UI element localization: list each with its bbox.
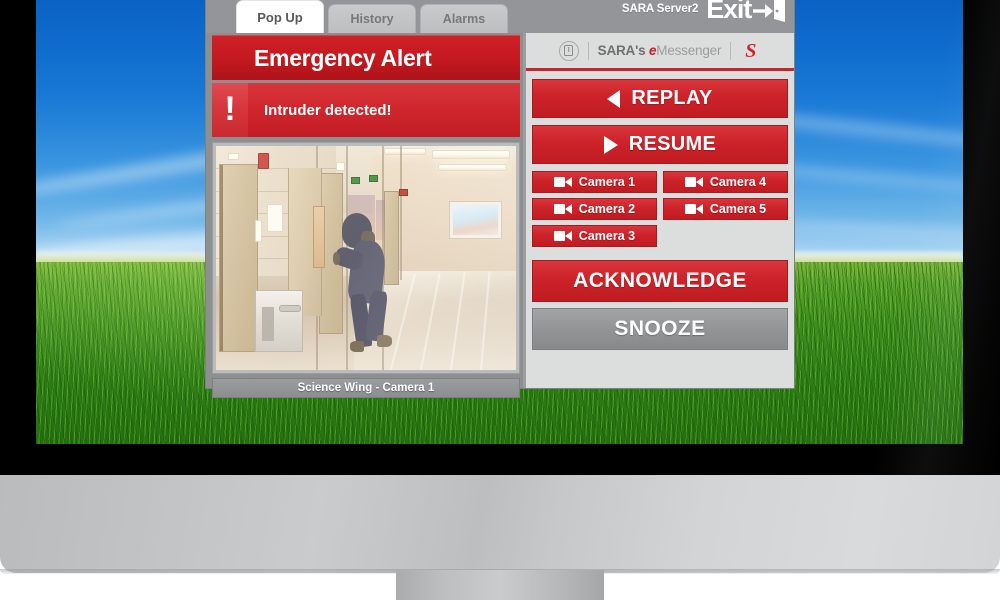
- ceiling-light: [431, 150, 510, 160]
- camera-button-5-label: Camera 5: [709, 202, 767, 216]
- wall-poster: [313, 206, 326, 269]
- controls-pane: SARA's eMessenger S REPLAY RESUME Camera…: [522, 33, 794, 388]
- snooze-button-label: SNOOZE: [614, 317, 706, 340]
- camera-button-3[interactable]: Camera 3: [531, 225, 657, 247]
- alert-title: Emergency Alert: [254, 44, 432, 71]
- server-status-area: SARA Server2 Exit: [622, 0, 786, 23]
- intruder-shoe: [350, 340, 364, 353]
- video-camera-icon: [553, 204, 572, 214]
- video-camera-icon: [553, 231, 572, 241]
- intruder-hand: [333, 252, 341, 265]
- camera-button-1-label: Camera 1: [578, 175, 636, 189]
- camera-button-grid: Camera 1 Camera 4 Camera 2 Camera 5 Came…: [531, 171, 788, 247]
- brand-wordmark: SARA's eMessenger: [598, 43, 722, 58]
- wall-notice-paper: [266, 204, 283, 233]
- video-camera-icon: [684, 177, 703, 187]
- wall-notice-paper: [254, 219, 262, 242]
- alert-message-row: ! Intruder detected!: [212, 83, 520, 137]
- exit-button-label: Exit: [706, 0, 752, 24]
- video-caption-text: Science Wing - Camera 1: [297, 382, 435, 394]
- sara-s-logo-icon: S: [745, 39, 757, 62]
- replay-button-label: REPLAY: [631, 87, 713, 109]
- brand-sara-text: SARA's: [597, 43, 649, 58]
- app-titlebar: Pop Up History Alarms SARA Server2 Exit: [206, 0, 794, 33]
- tab-history[interactable]: History: [328, 4, 416, 33]
- hallway-window: [448, 201, 502, 239]
- acknowledge-button[interactable]: ACKNOWLEDGE: [531, 260, 788, 302]
- ceiling-light: [437, 163, 507, 171]
- video-camera-icon: [684, 204, 703, 214]
- exit-sign-icon: [398, 188, 408, 196]
- snooze-button[interactable]: SNOOZE: [531, 308, 788, 350]
- divider: [587, 41, 589, 60]
- ceiling-light: [383, 148, 426, 155]
- alert-pane: Emergency Alert ! Intruder detected! Sci…: [206, 33, 523, 398]
- controls-stack: REPLAY RESUME Camera 1 Camera 4 Camera 2…: [526, 71, 794, 350]
- wall-notice-paper: [335, 161, 345, 171]
- camera-button-3-label: Camera 3: [578, 229, 636, 243]
- camera-button-4[interactable]: Camera 4: [662, 171, 788, 193]
- video-frame: [212, 142, 520, 374]
- tab-pop-up-label: Pop Up: [257, 9, 303, 25]
- video-caption-bar: Science Wing - Camera 1: [212, 378, 520, 398]
- server-name-label: SARA Server2: [621, 3, 699, 15]
- brand-messenger-text: Messenger: [656, 43, 722, 58]
- alert-exclamation-icon: !: [212, 83, 248, 137]
- emessenger-app-window: Pop Up History Alarms SARA Server2 Exit: [205, 0, 795, 398]
- alert-message-text: Intruder detected!: [264, 101, 392, 119]
- rewind-triangle-icon: [607, 89, 621, 108]
- resume-button[interactable]: RESUME: [531, 125, 788, 164]
- brand-bar: SARA's eMessenger S: [525, 33, 794, 71]
- tab-bar: Pop Up History Alarms: [236, 0, 508, 33]
- alert-bell-badge-icon: [558, 40, 579, 61]
- camera-button-1[interactable]: Camera 1: [531, 171, 657, 193]
- hallway-door: [218, 163, 258, 353]
- tab-alarms-label: Alarms: [442, 12, 486, 26]
- divider: [730, 41, 732, 60]
- desktop-screen: Pop Up History Alarms SARA Server2 Exit: [36, 0, 963, 444]
- camera-button-2[interactable]: Camera 2: [531, 198, 657, 220]
- tab-alarms[interactable]: Alarms: [420, 4, 508, 33]
- acknowledge-button-label: ACKNOWLEDGE: [573, 269, 747, 292]
- computer-monitor: Pop Up History Alarms SARA Server2 Exit: [0, 0, 1000, 600]
- monitor-chin: [0, 475, 1000, 573]
- wall-notice-paper: [227, 152, 239, 160]
- replay-button[interactable]: REPLAY: [531, 79, 788, 118]
- tab-pop-up[interactable]: Pop Up: [236, 0, 324, 33]
- exit-sign-icon: [350, 177, 360, 185]
- app-body: Emergency Alert ! Intruder detected! Sci…: [206, 33, 794, 398]
- alert-exclamation-glyph: !: [224, 90, 236, 128]
- camera-button-2-label: Camera 2: [578, 202, 636, 216]
- play-triangle-icon: [603, 135, 618, 154]
- exit-door-arrow-icon: [753, 0, 785, 22]
- camera-button-5[interactable]: Camera 5: [662, 198, 788, 220]
- exit-sign-icon: [368, 175, 378, 183]
- video-camera-icon: [553, 177, 572, 187]
- resume-button-label: RESUME: [628, 133, 717, 155]
- camera-video-feed[interactable]: [216, 146, 516, 370]
- alert-header: Emergency Alert: [212, 35, 520, 80]
- water-fountain-panel: [262, 306, 275, 341]
- exit-button[interactable]: Exit: [706, 0, 786, 23]
- monitor-stand: [396, 570, 604, 600]
- tab-history-label: History: [350, 12, 394, 26]
- intruder-person: [332, 213, 405, 353]
- water-fountain-spout: [278, 304, 301, 312]
- camera-grid-spacer: [663, 225, 788, 247]
- fire-alarm-pull-station-icon: [257, 152, 269, 169]
- camera-button-4-label: Camera 4: [709, 175, 767, 189]
- intruder-shoe: [377, 335, 392, 347]
